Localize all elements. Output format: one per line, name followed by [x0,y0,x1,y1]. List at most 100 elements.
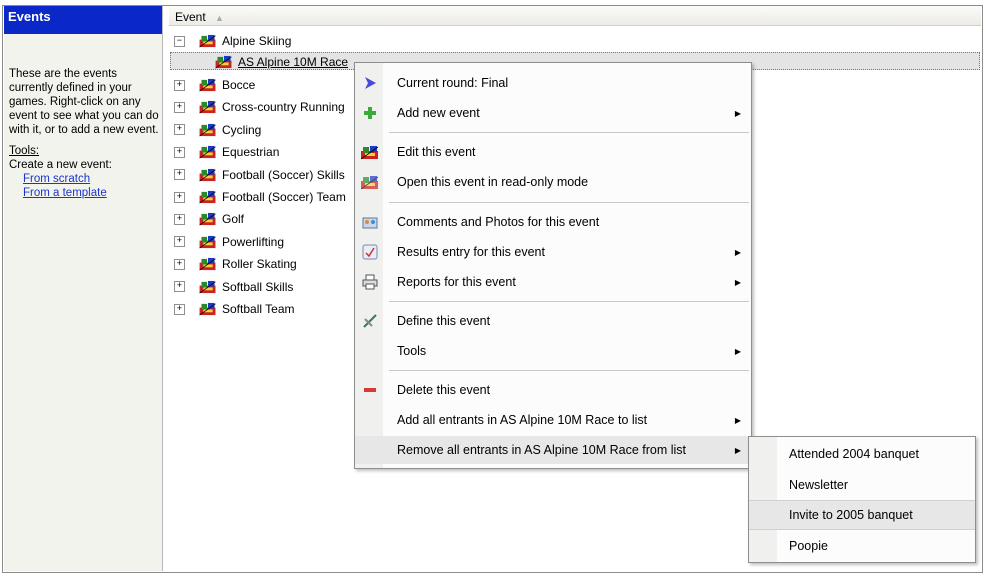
menu-item-open-read-only[interactable]: Open this event in read-only mode [355,168,751,196]
expand-icon[interactable]: + [174,236,185,248]
pane-title: Events [4,6,162,34]
tree-item-label: Powerlifting [222,234,285,249]
define-icon [360,311,380,331]
event-icon [199,280,216,294]
tree-item-event[interactable]: + Powerlifting [174,231,284,253]
menu-item-current-round[interactable]: Current round: Final [355,69,751,97]
menu-item-define-event[interactable]: Define this event [355,307,751,335]
tree-item-event[interactable]: + Cycling [174,119,261,141]
event-icon [199,190,216,204]
submenu-arrow-icon: ▶ [734,445,741,455]
expand-icon[interactable]: + [174,213,185,225]
menu-item-add-new-event[interactable]: Add new event ▶ [355,99,751,127]
tree-item-event[interactable]: + Equestrian [174,141,279,163]
expand-icon[interactable]: + [174,124,185,136]
tree-item-alpine-skiing[interactable]: − Alpine Skiing [174,30,291,52]
menu-separator [389,370,749,371]
tree-item-event[interactable]: + Roller Skating [174,253,297,275]
tree-item-label: Bocce [222,78,256,92]
submenu-arrow-icon: ▶ [734,108,741,118]
tree-item-label: Alpine Skiing [222,34,292,48]
expand-icon[interactable]: + [174,258,185,270]
event-icon [199,100,216,114]
chevron-right-icon [360,73,380,93]
event-icon [199,235,216,249]
submenu-arrow-icon: ▶ [734,277,741,287]
menu-item-results-entry[interactable]: Results entry for this event ▶ [355,238,751,266]
tree-item-event[interactable]: + Football (Soccer) Team [174,186,346,208]
event-icon [199,212,216,226]
menu-item-label: Tools [397,344,427,358]
submenu-item-poopie[interactable]: Poopie [749,531,975,561]
tools-header: Tools: [9,145,40,157]
tree-item-event[interactable]: + Golf [174,208,244,230]
menu-item-label: Open this event in read-only mode [397,175,589,189]
expand-icon[interactable]: + [174,169,185,181]
tree-item-event[interactable]: + Softball Team [174,298,295,320]
tree-item-label: Football (Soccer) Team [222,190,346,204]
tree-item-label: Football (Soccer) Skills [222,167,345,182]
expand-icon[interactable]: + [174,281,185,293]
menu-item-label: Comments and Photos for this event [397,215,600,229]
menu-item-delete-event[interactable]: Delete this event [355,376,751,404]
tools-section: Tools: Create a new event: From scratch … [9,144,159,200]
submenu-arrow-icon: ▶ [734,247,741,257]
menu-item-label: Delete this event [397,383,491,397]
event-icon [360,142,380,162]
from-template-link[interactable]: From a template [9,186,159,200]
expand-icon[interactable]: + [174,303,185,315]
tree-item-label: Cross-country Running [222,100,345,115]
event-icon [199,123,216,137]
menu-item-edit-event[interactable]: Edit this event [355,138,751,166]
photos-icon [360,212,380,232]
menu-item-label: Add new event [397,106,480,120]
menu-item-label: Remove all entrants in AS Alpine 10M Rac… [397,443,687,457]
submenu-arrow-icon: ▶ [734,415,741,425]
menu-item-comments-photos[interactable]: Comments and Photos for this event [355,208,751,236]
tree-item-label: Softball Skills [222,279,294,294]
submenu-item-newsletter[interactable]: Newsletter [749,470,975,500]
collapse-icon[interactable]: − [174,35,185,47]
event-icon [199,257,216,271]
tree-item-event[interactable]: + Bocce [174,74,255,96]
tree-item-label: Golf [222,212,245,227]
event-readonly-icon [360,172,380,192]
tree-item-label: Cycling [222,122,262,137]
menu-item-label: Add all entrants in AS Alpine 10M Race t… [397,413,648,427]
expand-icon[interactable]: + [174,79,185,91]
event-icon [199,145,216,159]
remove-entrants-submenu: Attended 2004 banquet Newsletter Invite … [748,436,976,563]
event-icon [199,302,216,316]
menu-item-remove-entrants[interactable]: Remove all entrants in AS Alpine 10M Rac… [355,436,751,464]
tools-subheader: Create a new event: [9,159,112,171]
pane-description: These are the events currently defined i… [9,68,159,136]
event-icon [199,34,216,48]
menu-item-label: Reports for this event [397,275,516,289]
expand-icon[interactable]: + [174,146,185,158]
event-icon [199,78,216,92]
expand-icon[interactable]: + [174,101,185,113]
menu-item-tools[interactable]: Tools ▶ [355,337,751,365]
event-column-header[interactable]: Event ▲ [169,6,981,26]
expand-icon[interactable]: + [174,191,185,203]
menu-item-label: Current round: Final [397,76,509,90]
tree-item-event[interactable]: + Cross-country Running [174,96,345,118]
menu-item-add-entrants[interactable]: Add all entrants in AS Alpine 10M Race t… [355,406,751,434]
menu-item-reports[interactable]: Reports for this event ▶ [355,268,751,296]
menu-item-label: Edit this event [397,145,476,159]
from-scratch-link[interactable]: From scratch [9,172,159,186]
tree-item-event[interactable]: + Softball Skills [174,276,293,298]
event-icon [215,55,232,69]
tree-item-selected-event[interactable]: AS Alpine 10M Race [215,51,348,73]
tree-item-event[interactable]: + Football (Soccer) Skills [174,164,345,186]
submenu-item-label: Invite to 2005 banquet [789,508,913,522]
submenu-item-invite-2005[interactable]: Invite to 2005 banquet [749,500,975,530]
submenu-item-label: Poopie [789,539,828,553]
tree-item-label: Softball Team [222,302,295,316]
submenu-item-attended-2004[interactable]: Attended 2004 banquet [749,439,975,469]
menu-item-label: Define this event [397,314,491,328]
column-header-label: Event [175,10,206,24]
menu-separator [389,301,749,302]
results-icon [360,242,380,262]
event-icon [199,168,216,182]
